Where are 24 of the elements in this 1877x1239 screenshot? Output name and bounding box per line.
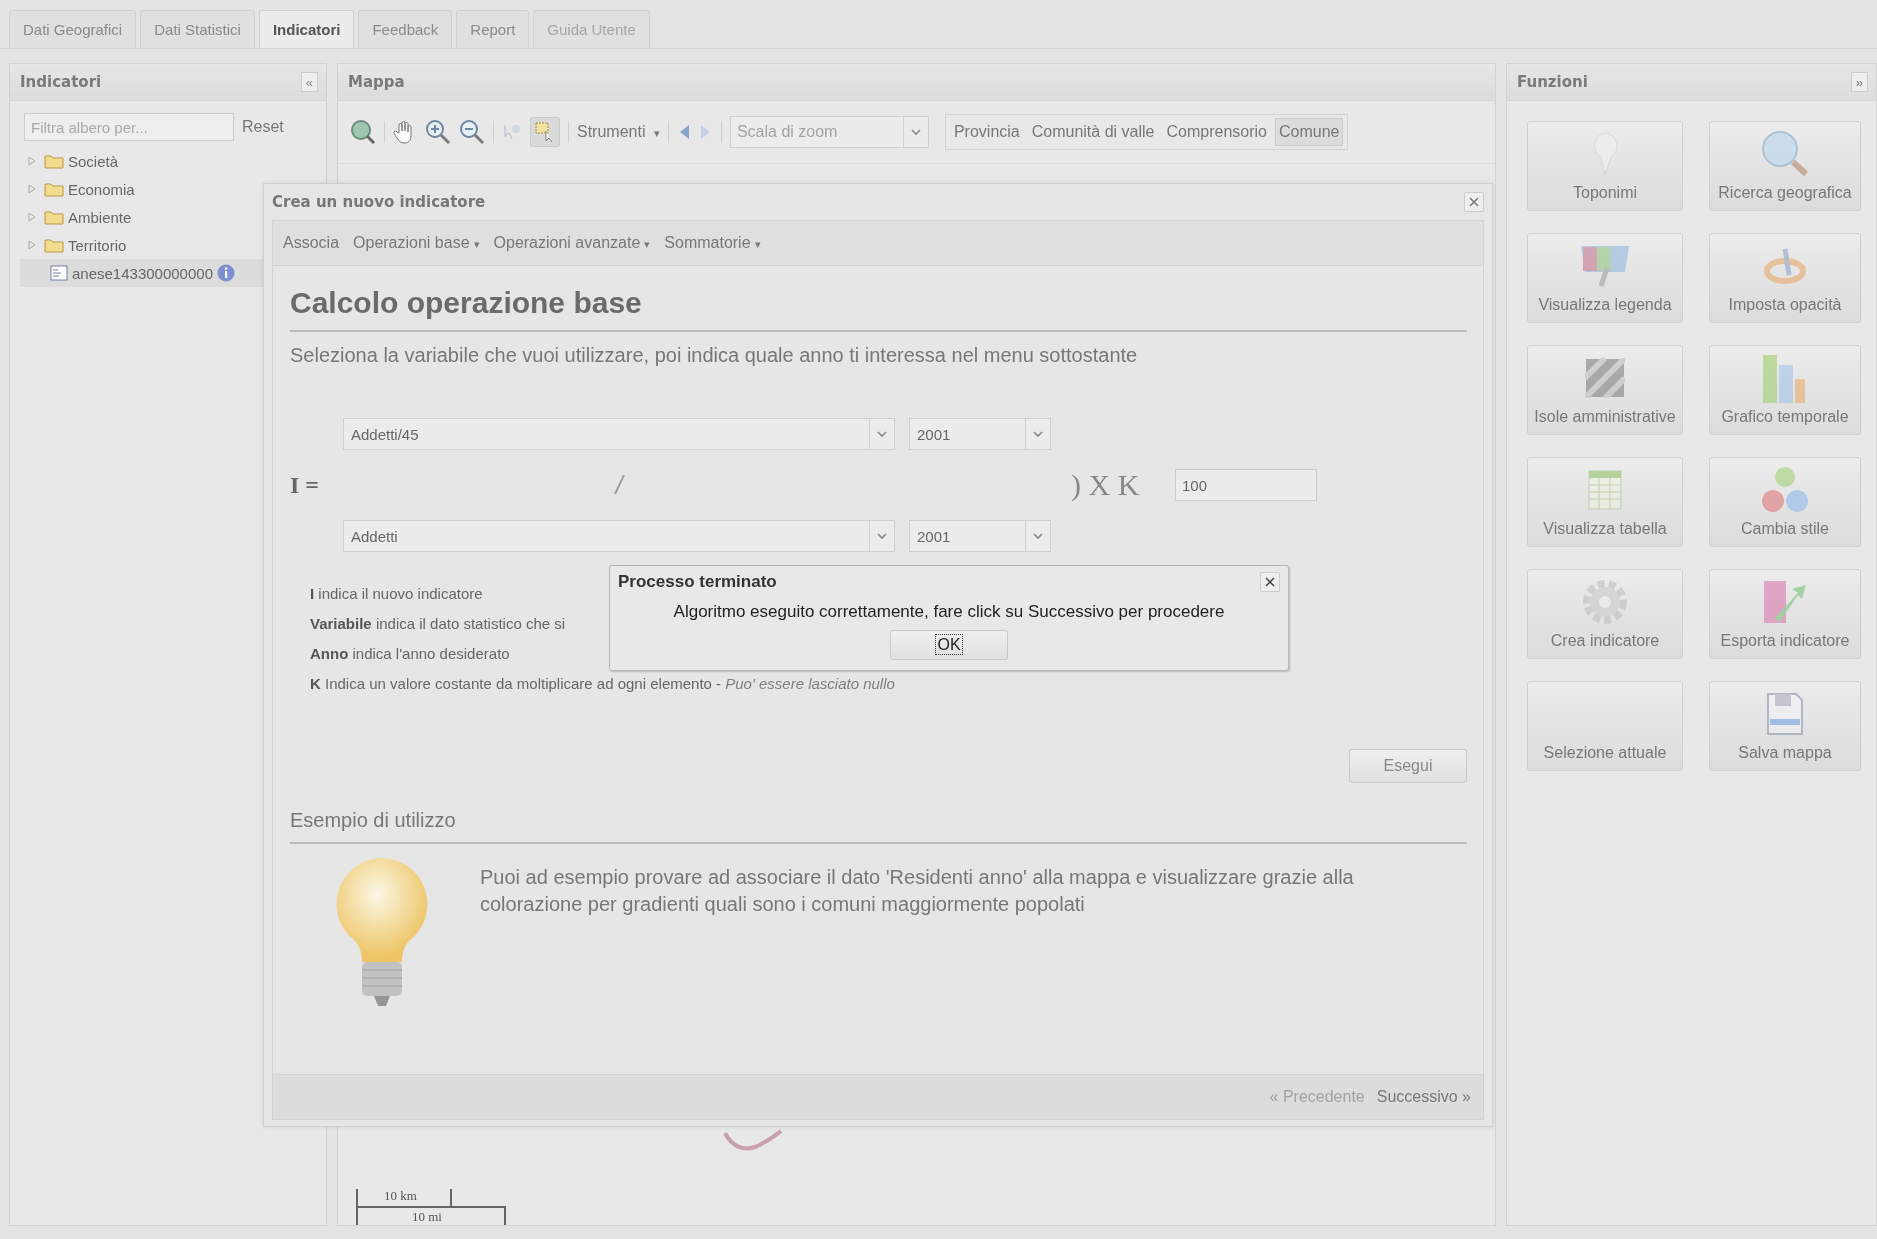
tree-label: Economia	[68, 180, 135, 198]
panel-title: Indicatori	[20, 73, 102, 91]
fraction-slash: /	[615, 469, 623, 501]
dialog-title: Crea un nuovo indicatore	[272, 193, 486, 211]
formula-label: ) X K	[1071, 468, 1140, 502]
formula-label: I =	[290, 471, 319, 499]
tree-label: Società	[68, 152, 119, 170]
tree-label: anese143300000000	[72, 264, 213, 282]
tree-label: Territorio	[68, 236, 127, 254]
legend-text: Anno indica l'anno desiderato	[310, 645, 510, 664]
example-text: Puoi ad esempio provare ad associare il dato 'Residenti anno' alla mappa e visualizzare grazie alla colorazione per gradienti quali sono i comuni maggiormente popolati	[480, 865, 1355, 917]
scale-label: 10 mi	[412, 1209, 442, 1225]
message-text: Algoritmo eseguito correttamente, fare click su Successivo per procedere	[672, 602, 1226, 622]
legend-text: Variabile indica il dato statistico che si	[310, 615, 566, 634]
tree-label: Ambiente	[68, 208, 132, 226]
section-title: Esempio di utilizzo	[290, 809, 457, 832]
section-heading: Calcolo operazione base	[290, 286, 643, 320]
instruction-text: Seleziona la variabile che vuoi utilizzare, poi indica quale anno ti interessa nel menu sottostante	[290, 344, 1139, 367]
panel-title: Funzioni	[1517, 73, 1588, 91]
message-title: Processo terminato	[618, 572, 777, 592]
legend-text: K Indica un valore costante da moltiplicare ad ogni elemento - Puo' essere lasciato nullo	[310, 675, 895, 694]
panel-title: Mappa	[348, 73, 405, 91]
scale-label: 10 km	[384, 1188, 417, 1204]
legend-text: I indica il nuovo indicatore	[310, 585, 483, 604]
